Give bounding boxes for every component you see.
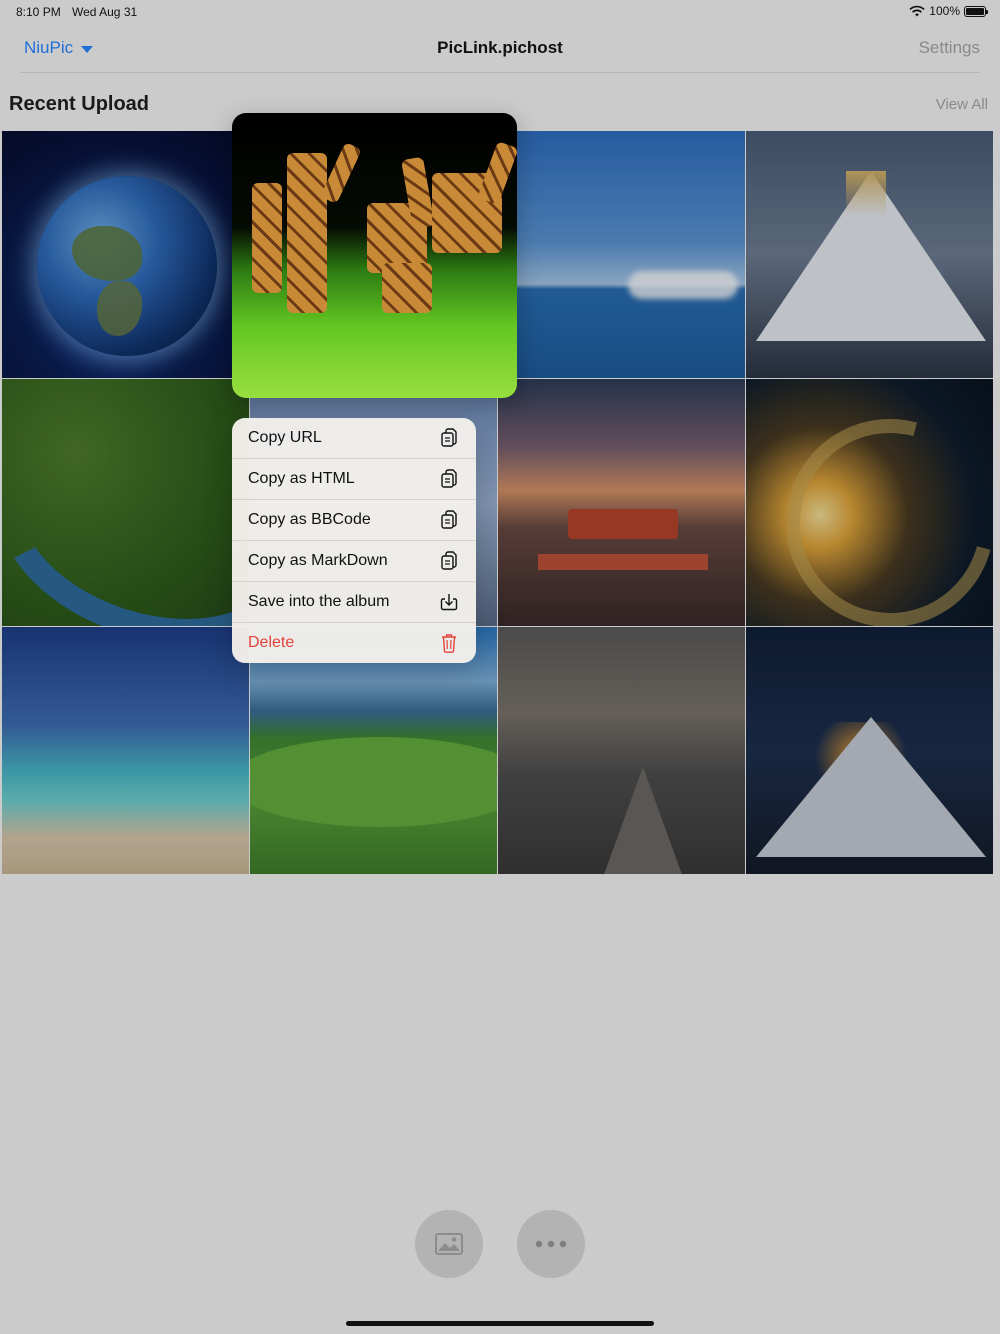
menu-item-label: Copy as HTML xyxy=(248,470,355,487)
nav-divider xyxy=(20,72,980,73)
image-tile-snow-mountain[interactable] xyxy=(746,131,993,378)
photo-icon xyxy=(435,1233,463,1255)
settings-button[interactable]: Settings xyxy=(919,38,980,58)
battery-percent: 100% xyxy=(929,4,960,18)
status-time: 8:10 PM xyxy=(16,5,61,19)
status-bar: 8:10 PM Wed Aug 31 100% xyxy=(0,0,1000,24)
menu-item-label: Delete xyxy=(248,634,295,651)
menu-item-label: Copy as BBCode xyxy=(248,511,371,528)
menu-item-save-album[interactable]: Save into the album xyxy=(232,582,476,623)
copy-icon xyxy=(441,551,457,570)
menu-item-copy-html[interactable]: Copy as HTML xyxy=(232,459,476,500)
page-title: PicLink.pichost xyxy=(437,38,563,57)
download-icon xyxy=(440,594,458,611)
image-tile-ocean-horizon[interactable] xyxy=(498,131,745,378)
image-tile-wave-sunset[interactable] xyxy=(746,379,993,626)
battery-icon xyxy=(964,5,988,17)
wifi-icon xyxy=(909,5,925,17)
status-right: 100% xyxy=(909,4,988,18)
image-tile-green-hills[interactable] xyxy=(250,627,497,874)
more-icon xyxy=(535,1240,567,1248)
menu-item-label: Save into the album xyxy=(248,593,390,610)
home-indicator xyxy=(346,1321,654,1326)
section-title: Recent Upload xyxy=(9,93,150,115)
navigation-bar: NiuPic PicLink.pichost Settings xyxy=(0,28,1000,72)
menu-item-copy-bbcode[interactable]: Copy as BBCode xyxy=(232,500,476,541)
view-all-button[interactable]: View All xyxy=(936,96,988,113)
image-tile-mountain-sunset[interactable] xyxy=(746,627,993,874)
menu-item-label: Copy URL xyxy=(248,429,322,446)
context-menu: Copy URL Copy as HTML Copy as BBCode Cop… xyxy=(232,418,476,663)
image-tile-earth[interactable] xyxy=(2,131,249,378)
image-tile-palace-sunset[interactable] xyxy=(498,379,745,626)
photo-library-button[interactable] xyxy=(415,1210,483,1278)
status-date: Wed Aug 31 xyxy=(72,5,138,19)
copy-icon xyxy=(441,428,457,447)
copy-icon xyxy=(441,510,457,529)
more-button[interactable] xyxy=(517,1210,585,1278)
image-tile-tropical-beach[interactable] xyxy=(2,627,249,874)
menu-item-label: Copy as MarkDown xyxy=(248,552,388,569)
menu-item-delete[interactable]: Delete xyxy=(232,623,476,663)
image-tile-river-forest[interactable] xyxy=(2,379,249,626)
copy-icon xyxy=(441,469,457,488)
trash-icon xyxy=(442,634,456,653)
menu-item-copy-markdown[interactable]: Copy as MarkDown xyxy=(232,541,476,582)
image-tile-wooden-bridge[interactable] xyxy=(498,627,745,874)
image-preview-giraffes[interactable] xyxy=(232,113,517,398)
menu-item-copy-url[interactable]: Copy URL xyxy=(232,418,476,459)
